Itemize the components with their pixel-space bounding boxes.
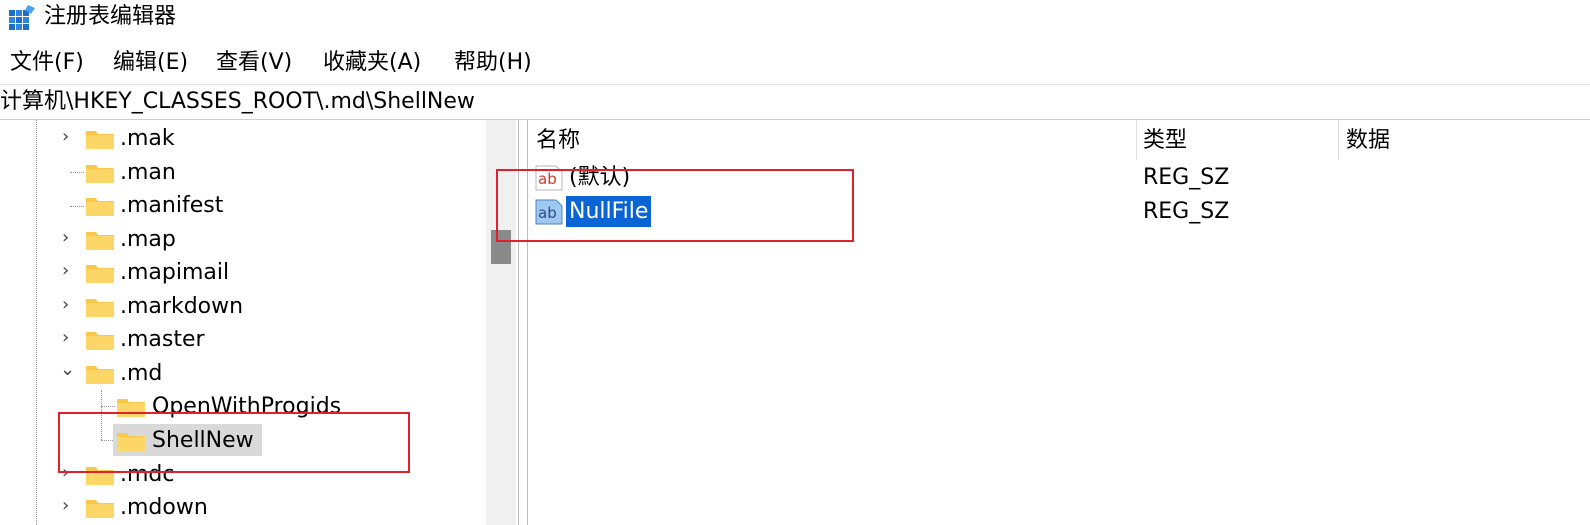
tree-item-manifest[interactable]: .manifest xyxy=(0,189,486,222)
menu-help[interactable]: 帮助(H) xyxy=(452,48,534,78)
tree-item-label: .mdown xyxy=(120,495,208,520)
column-header-name[interactable]: 名称 xyxy=(528,120,580,160)
chevron-right-icon[interactable]: › xyxy=(62,328,76,348)
window-title: 注册表编辑器 xyxy=(44,4,177,29)
menu-view[interactable]: 查看(V) xyxy=(214,48,294,78)
tree-item-label: .mak xyxy=(120,126,175,151)
tree-item-markdown[interactable]: › .markdown xyxy=(0,290,486,323)
menu-file[interactable]: 文件(F) xyxy=(8,48,86,78)
address-path[interactable]: 计算机\HKEY_CLASSES_ROOT\.md\ShellNew xyxy=(0,87,475,117)
chevron-right-icon[interactable]: › xyxy=(62,228,76,248)
chevron-right-icon[interactable]: › xyxy=(62,496,76,516)
folder-icon xyxy=(86,198,114,216)
value-type: REG_SZ xyxy=(1143,199,1230,224)
tree-item-label: .mapimail xyxy=(120,260,230,285)
value-type: REG_SZ xyxy=(1143,165,1230,190)
tree-item-label: .manifest xyxy=(120,193,224,218)
tree-item-label: .markdown xyxy=(120,294,244,319)
tree-item-label: .man xyxy=(120,160,176,185)
title-bar: 注册表编辑器 xyxy=(0,0,1590,36)
chevron-right-icon[interactable]: › xyxy=(62,261,76,281)
folder-icon xyxy=(86,332,114,350)
column-header-data[interactable]: 数据 xyxy=(1338,120,1390,160)
folder-icon xyxy=(86,299,114,317)
registry-editor-icon xyxy=(9,5,35,30)
folder-icon xyxy=(86,366,114,384)
annotation-box-values xyxy=(496,169,854,242)
chevron-right-icon[interactable]: › xyxy=(62,295,76,315)
tree-item-label: .map xyxy=(120,227,176,252)
tree-item-mapimail[interactable]: › .mapimail xyxy=(0,256,486,289)
tree-item-master[interactable]: › .master xyxy=(0,323,486,356)
tree-item-man[interactable]: .man xyxy=(0,156,486,189)
menu-favorites[interactable]: 收藏夹(A) xyxy=(321,48,423,78)
tree-item-label: .master xyxy=(120,327,205,352)
folder-icon xyxy=(86,500,114,518)
menu-edit[interactable]: 编辑(E) xyxy=(111,48,190,78)
tree-item-mdown[interactable]: › .mdown xyxy=(0,491,486,524)
column-header-type[interactable]: 类型 xyxy=(1135,120,1187,160)
tree-item-mak[interactable]: › .mak xyxy=(0,122,486,155)
chevron-right-icon[interactable]: › xyxy=(62,127,76,147)
folder-icon xyxy=(86,265,114,283)
folder-icon xyxy=(86,232,114,250)
menu-bar: 文件(F) 编辑(E) 查看(V) 收藏夹(A) 帮助(H) xyxy=(0,45,1590,81)
tree-item-map[interactable]: › .map xyxy=(0,223,486,256)
folder-icon xyxy=(86,131,114,149)
folder-icon xyxy=(86,165,114,183)
address-bar[interactable]: 计算机\HKEY_CLASSES_ROOT\.md\ShellNew xyxy=(0,84,1590,120)
chevron-down-icon[interactable]: ⌄ xyxy=(60,360,75,380)
tree-item-label: .md xyxy=(120,361,163,386)
tree-item-md[interactable]: ⌄ .md xyxy=(0,357,486,390)
annotation-box-shellnew xyxy=(58,412,410,473)
